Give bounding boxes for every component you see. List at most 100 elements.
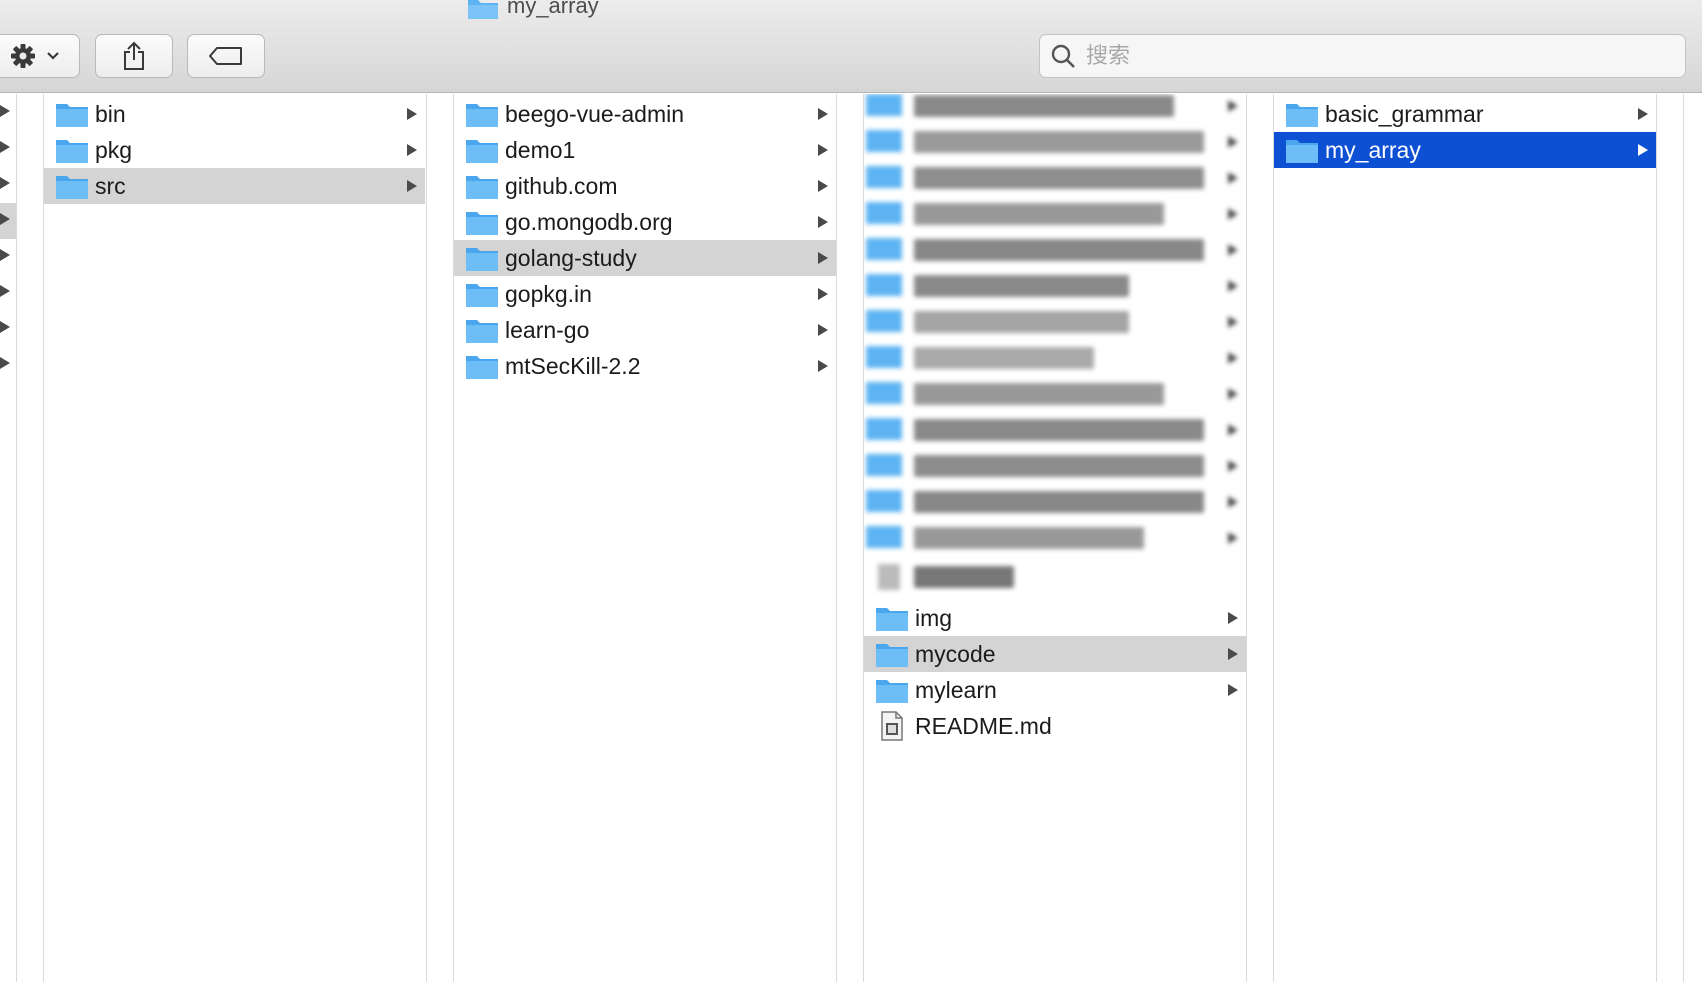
chevron-right-icon — [818, 216, 828, 228]
folder-icon — [466, 140, 498, 163]
chevron-right-icon — [1228, 460, 1238, 472]
list-item[interactable] — [864, 94, 1246, 124]
list-item-selected[interactable]: src — [44, 168, 425, 204]
chevron-right-icon — [1228, 208, 1238, 220]
list-item[interactable] — [864, 124, 1246, 160]
list-item[interactable] — [864, 196, 1246, 232]
window-title: my_array — [467, 0, 599, 22]
list-item[interactable] — [864, 376, 1246, 412]
item-name: src — [95, 173, 126, 199]
search-input[interactable] — [1084, 42, 1648, 70]
item-name: golang-study — [505, 245, 637, 271]
folder-icon — [1286, 140, 1318, 163]
document-icon — [881, 711, 903, 741]
chevron-right-icon — [0, 285, 10, 297]
chevron-right-icon — [0, 321, 10, 333]
list-item[interactable] — [864, 304, 1246, 340]
list-item[interactable] — [864, 556, 1246, 592]
column-resize-handle[interactable] — [1656, 94, 1684, 982]
redacted-rows — [864, 94, 1246, 594]
list-item[interactable] — [864, 448, 1246, 484]
chevron-right-icon — [407, 144, 417, 156]
share-icon — [124, 41, 144, 70]
list-item[interactable]: demo1 — [454, 132, 836, 168]
item-name: pkg — [95, 137, 133, 163]
chevron-right-icon — [818, 108, 828, 120]
list-item[interactable]: pkg — [44, 132, 425, 168]
column-1: bin pkg src — [44, 94, 425, 982]
folder-icon — [466, 176, 498, 199]
list-item[interactable] — [864, 520, 1246, 556]
search-icon — [1051, 44, 1075, 68]
list-item[interactable]: README.md — [864, 708, 1246, 744]
list-item[interactable]: mylearn — [864, 672, 1246, 708]
chevron-right-icon — [1638, 108, 1648, 120]
chevron-right-icon — [1638, 144, 1648, 156]
chevron-right-icon — [818, 360, 828, 372]
list-item[interactable]: github.com — [454, 168, 836, 204]
item-name: README.md — [915, 713, 1052, 739]
chevron-right-icon — [1228, 388, 1238, 400]
folder-icon — [466, 104, 498, 127]
chevron-right-icon — [407, 180, 417, 192]
folder-icon — [466, 284, 498, 307]
chevron-right-icon — [0, 249, 10, 261]
column-resize-handle[interactable] — [1246, 94, 1274, 982]
chevron-right-icon — [1228, 280, 1238, 292]
list-item[interactable]: basic_grammar — [1274, 96, 1656, 132]
list-item[interactable]: mtSecKill-2.2 — [454, 348, 836, 384]
list-item[interactable]: bin — [44, 96, 425, 132]
item-name: github.com — [505, 173, 618, 199]
folder-icon — [468, 0, 498, 19]
chevron-right-icon — [407, 108, 417, 120]
column-resize-handle[interactable] — [426, 94, 454, 982]
list-item-selected[interactable]: mycode — [864, 636, 1246, 672]
item-name: basic_grammar — [1325, 101, 1484, 127]
column-resize-handle[interactable] — [16, 94, 44, 982]
chevron-right-icon — [1228, 612, 1238, 624]
chevron-right-icon — [818, 324, 828, 336]
search-field[interactable] — [1039, 34, 1686, 78]
chevron-right-icon — [1228, 244, 1238, 256]
item-name: bin — [95, 101, 126, 127]
folder-icon — [876, 644, 908, 667]
chevron-right-icon — [1228, 684, 1238, 696]
chevron-right-icon — [0, 105, 10, 117]
chevron-right-icon — [1228, 136, 1238, 148]
chevron-right-icon — [1228, 172, 1238, 184]
list-item[interactable] — [864, 268, 1246, 304]
window-title-text: my_array — [507, 0, 599, 18]
chevron-right-icon — [818, 144, 828, 156]
list-item[interactable]: img — [864, 600, 1246, 636]
share-button[interactable] — [95, 34, 173, 78]
list-item[interactable] — [864, 232, 1246, 268]
action-menu-button[interactable] — [0, 34, 80, 78]
gear-icon — [11, 44, 35, 68]
list-item[interactable] — [864, 160, 1246, 196]
chevron-right-icon — [1228, 648, 1238, 660]
list-item[interactable] — [864, 484, 1246, 520]
item-name: gopkg.in — [505, 281, 592, 307]
list-item-selected[interactable]: golang-study — [454, 240, 836, 276]
list-item[interactable]: go.mongodb.org — [454, 204, 836, 240]
folder-icon — [1286, 104, 1318, 127]
item-name: beego-vue-admin — [505, 101, 685, 127]
list-item[interactable]: gopkg.in — [454, 276, 836, 312]
list-item[interactable] — [864, 340, 1246, 376]
chevron-right-icon — [1228, 424, 1238, 436]
column-resize-handle[interactable] — [836, 94, 864, 982]
list-item[interactable]: beego-vue-admin — [454, 96, 836, 132]
item-name: my_array — [1325, 137, 1421, 163]
item-name: mycode — [915, 641, 996, 667]
list-item[interactable]: learn-go — [454, 312, 836, 348]
folder-icon — [466, 320, 498, 343]
chevron-right-icon — [0, 141, 10, 153]
folder-icon — [56, 140, 88, 163]
tag-button[interactable] — [187, 34, 265, 78]
item-name: img — [915, 605, 953, 631]
chevron-right-icon — [818, 252, 828, 264]
list-item-selected-active[interactable]: my_array — [1274, 132, 1656, 168]
folder-icon — [876, 680, 908, 703]
item-name: go.mongodb.org — [505, 209, 673, 235]
list-item[interactable] — [864, 412, 1246, 448]
